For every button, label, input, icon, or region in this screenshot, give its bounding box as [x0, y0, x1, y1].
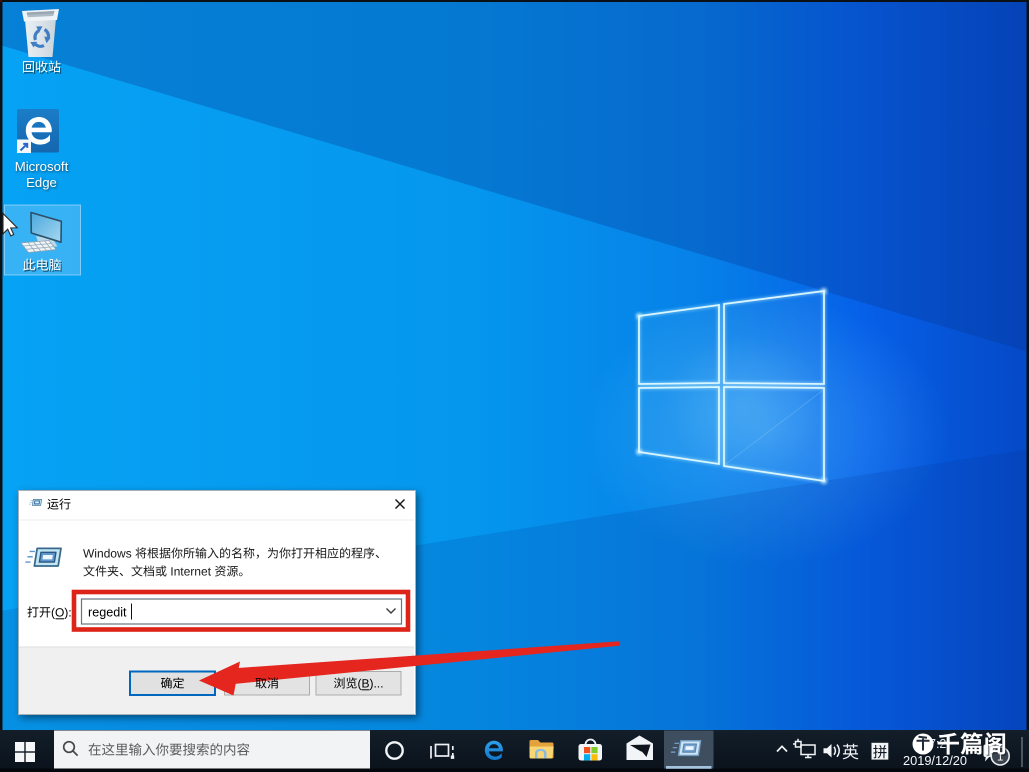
svg-text:regedit: regedit	[88, 606, 127, 620]
svg-text:Edge: Edge	[26, 175, 57, 190]
svg-text:2019/12/20: 2019/12/20	[903, 753, 967, 768]
svg-text:Microsoft: Microsoft	[15, 159, 69, 174]
